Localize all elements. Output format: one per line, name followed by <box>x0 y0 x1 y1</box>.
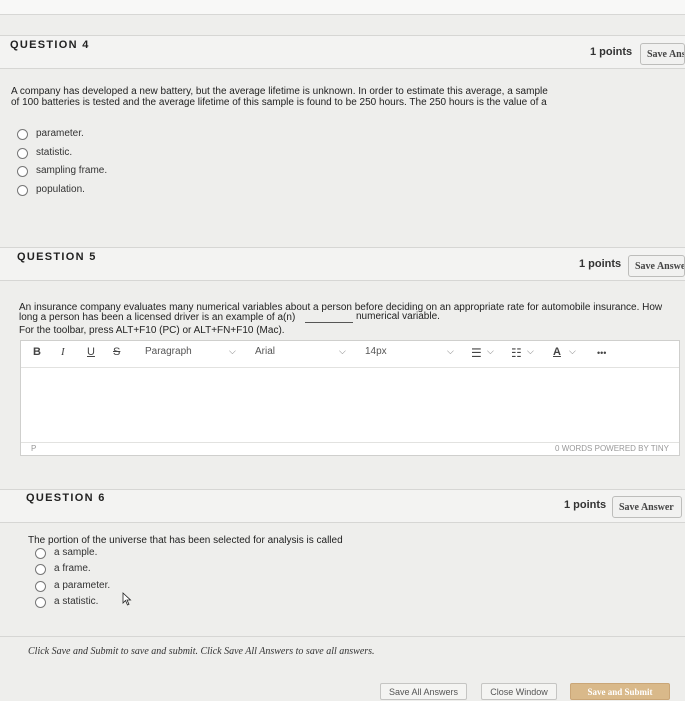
radio-button[interactable] <box>35 547 46 559</box>
question-5-save-button[interactable]: Save Answer <box>628 255 685 277</box>
element-path: P <box>31 444 37 453</box>
option-label: statistic. <box>36 147 73 158</box>
bullet-list-icon[interactable]: ☰ <box>471 346 482 360</box>
option-label: a parameter. <box>54 580 111 591</box>
chevron-down-icon[interactable]: ⌵ <box>447 346 454 357</box>
question-4-header <box>0 35 685 69</box>
toolbar-hint: For the toolbar, press ALT+F10 (PC) or A… <box>19 325 285 336</box>
chevron-down-icon[interactable]: ⌵ <box>569 346 576 357</box>
footer-instruction: Click Save and Submit to save and submit… <box>28 646 375 657</box>
option-label: a frame. <box>54 563 91 574</box>
option-label: population. <box>36 184 85 195</box>
chevron-down-icon[interactable]: ⌵ <box>229 346 236 357</box>
radio-button[interactable] <box>17 165 28 177</box>
footer-divider <box>0 636 685 637</box>
question-6-title: QUESTION 6 <box>26 492 106 504</box>
question-4-text: A company has developed a new battery, b… <box>11 86 548 108</box>
question-4-save-button[interactable]: Save Answer <box>640 43 685 65</box>
save-all-answers-button[interactable]: Save All Answers <box>380 683 467 700</box>
radio-button[interactable] <box>17 147 28 159</box>
option-label: a sample. <box>54 547 98 558</box>
radio-button[interactable] <box>35 563 46 575</box>
question-4-option-4[interactable]: population. <box>17 183 85 197</box>
block-format-select[interactable]: Paragraph <box>145 346 192 357</box>
question-4-option-2[interactable]: statistic. <box>17 146 72 160</box>
radio-button[interactable] <box>35 596 46 608</box>
question-6-option-4[interactable]: a statistic. <box>35 595 98 609</box>
rich-text-editor[interactable]: B I U S Paragraph ⌵ Arial ⌵ 14px ⌵ ☰ ⌵ ☷… <box>20 340 680 456</box>
numbered-list-icon[interactable]: ☷ <box>511 346 522 360</box>
question-6-points: 1 points <box>564 499 607 511</box>
question-4-option-1[interactable]: parameter. <box>17 127 84 141</box>
question-5-blank <box>305 322 353 323</box>
question-6-option-3[interactable]: a parameter. <box>35 579 110 593</box>
italic-button[interactable]: I <box>61 346 65 358</box>
question-5-points: 1 points <box>579 258 622 270</box>
question-4-title: QUESTION 4 <box>10 39 90 51</box>
question-6-option-1[interactable]: a sample. <box>35 546 97 560</box>
radio-button[interactable] <box>17 128 28 140</box>
radio-button[interactable] <box>35 580 46 592</box>
editor-statusbar: P 0 WORDS POWERED BY TINY <box>21 442 679 455</box>
word-count: 0 WORDS POWERED BY TINY <box>555 444 669 453</box>
mouse-cursor-icon <box>122 592 132 606</box>
bold-button[interactable]: B <box>33 346 41 358</box>
question-6-option-2[interactable]: a frame. <box>35 562 91 576</box>
more-options-icon[interactable]: ••• <box>597 348 606 358</box>
close-window-button[interactable]: Close Window <box>481 683 557 700</box>
font-size-select[interactable]: 14px <box>365 346 387 357</box>
chevron-down-icon[interactable]: ⌵ <box>339 346 346 357</box>
radio-button[interactable] <box>17 184 28 196</box>
question-5-text-line2: long a person has been a licensed driver… <box>19 312 296 323</box>
option-label: sampling frame. <box>36 165 108 176</box>
chevron-down-icon[interactable]: ⌵ <box>487 346 494 357</box>
font-family-select[interactable]: Arial <box>255 346 275 357</box>
question-4-option-3[interactable]: sampling frame. <box>17 164 107 178</box>
previous-question-strip <box>0 0 685 15</box>
question-5-blank-answer: numerical variable. <box>356 311 440 322</box>
text-color-button[interactable]: A <box>553 346 561 358</box>
question-6-text: The portion of the universe that has bee… <box>28 535 343 546</box>
option-label: parameter. <box>36 128 84 139</box>
editor-toolbar: B I U S Paragraph ⌵ Arial ⌵ 14px ⌵ ☰ ⌵ ☷… <box>21 341 679 368</box>
underline-button[interactable]: U <box>87 346 95 358</box>
chevron-down-icon[interactable]: ⌵ <box>527 346 534 357</box>
save-and-submit-button[interactable]: Save and Submit <box>570 683 670 700</box>
strikethrough-button[interactable]: S <box>113 346 120 358</box>
question-5-title: QUESTION 5 <box>17 251 97 263</box>
question-4-points: 1 points <box>590 46 633 58</box>
question-6-save-button[interactable]: Save Answer <box>612 496 682 518</box>
option-label: a statistic. <box>54 596 99 607</box>
